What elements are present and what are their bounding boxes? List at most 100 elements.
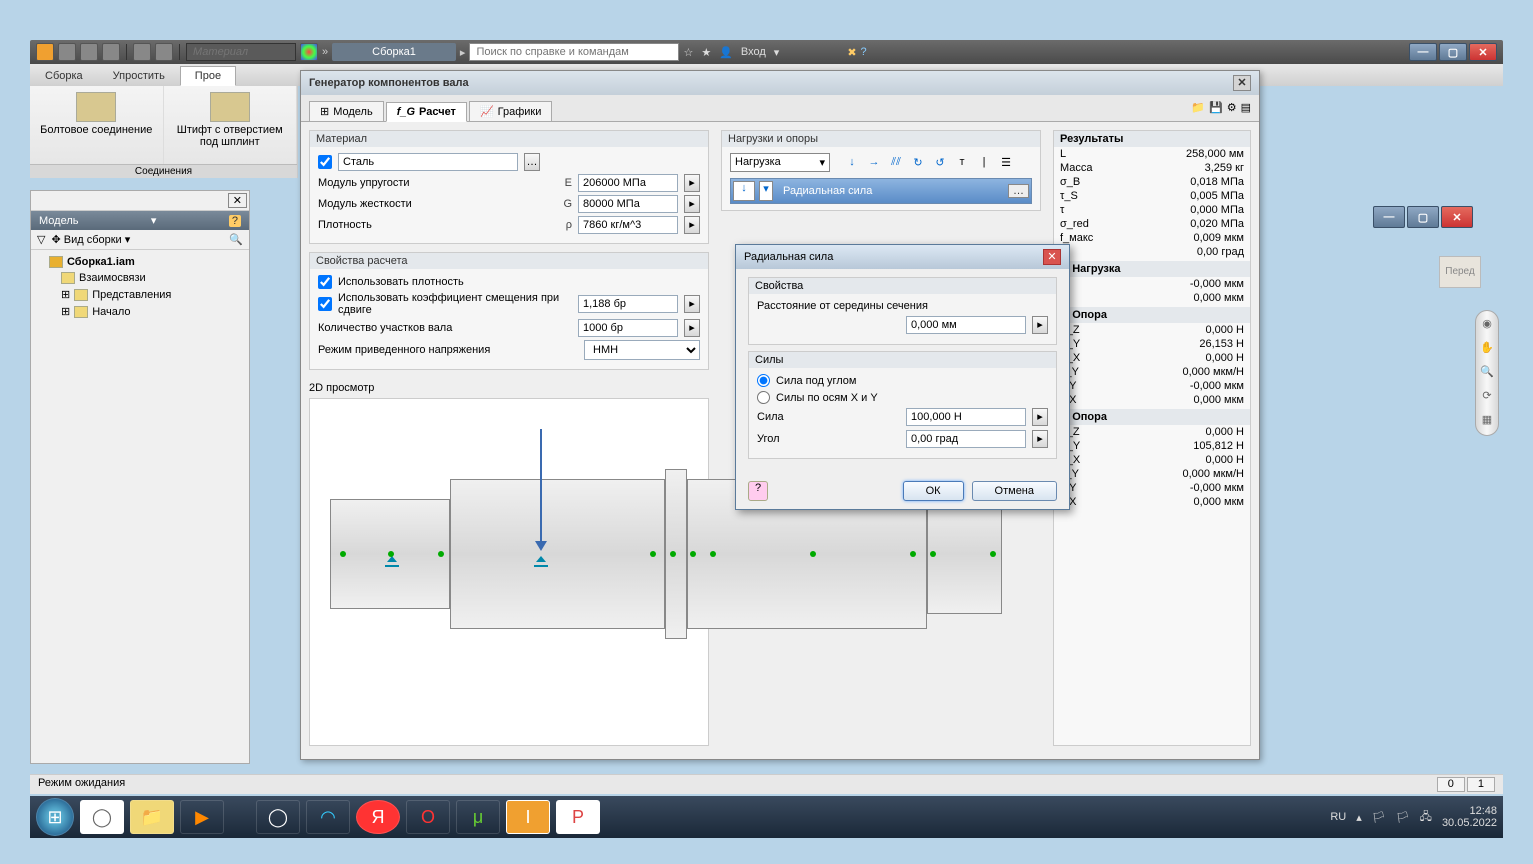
appearance-icon[interactable] [300, 43, 318, 61]
bg-close[interactable]: ✕ [1441, 206, 1473, 228]
navwheel-icon[interactable]: ◉ [1479, 317, 1495, 333]
tray-network-icon[interactable]: 🖧 [1420, 808, 1432, 827]
gen-settings-icon[interactable]: ⚙ [1227, 101, 1237, 118]
sections-input[interactable] [578, 319, 678, 337]
filter-icon[interactable]: ▽ [37, 233, 45, 246]
login-area[interactable]: ☆ ★ 👤 Вход ▾ [683, 46, 779, 59]
tree-root[interactable]: Сборка1.iam [37, 254, 243, 270]
orbit-icon[interactable]: ⟳ [1479, 389, 1495, 405]
gen-close-button[interactable]: ✕ [1233, 75, 1251, 91]
taskbar-edge[interactable]: ◠ [306, 800, 350, 834]
help-icon[interactable]: ? [861, 46, 867, 58]
shaft-2d-preview[interactable] [309, 398, 709, 746]
force-angle-radio[interactable] [757, 374, 770, 387]
chevron-icon[interactable]: ▾ [759, 181, 773, 201]
pan-icon[interactable]: ✋ [1479, 341, 1495, 357]
material-checkbox[interactable] [318, 155, 332, 169]
tray-flag-icon[interactable]: 🏳 [1396, 811, 1410, 824]
ribbon-tab-assembly[interactable]: Сборка [30, 66, 98, 86]
ribbon-tab-design[interactable]: Прое [180, 66, 236, 86]
moment-icon[interactable]: ↻ [910, 155, 926, 171]
g-dd[interactable]: ▸ [684, 195, 700, 213]
shear-dd[interactable]: ▸ [684, 295, 700, 313]
ribbon-tab-simplify[interactable]: Упростить [98, 66, 180, 86]
document-tab[interactable]: Сборка1 [332, 43, 456, 61]
taskbar-inventor[interactable]: I [506, 800, 550, 834]
shear-input[interactable] [578, 295, 678, 313]
panel-close-icon[interactable]: ✕ [228, 193, 247, 208]
sections-dd[interactable]: ▸ [684, 319, 700, 337]
force-input[interactable] [906, 408, 1026, 426]
save-icon[interactable] [102, 43, 120, 61]
tab-graphs[interactable]: 📈Графики [469, 101, 552, 121]
angle-dd[interactable]: ▸ [1032, 430, 1048, 448]
text-icon[interactable]: т [954, 155, 970, 171]
force-xy-radio[interactable] [757, 391, 770, 404]
material-name-input[interactable] [338, 153, 518, 171]
dialog-help-button[interactable]: ? [748, 481, 768, 501]
clock[interactable]: 12:48 30.05.2022 [1442, 805, 1497, 829]
axial-force-icon[interactable]: → [866, 155, 882, 171]
assembly-view-dropdown[interactable]: ✥ Вид сборки ▾ [51, 233, 130, 246]
use-density-checkbox[interactable] [318, 275, 332, 289]
dialog-close-button[interactable]: ✕ [1043, 249, 1061, 265]
g-input[interactable] [578, 195, 678, 213]
view-cube[interactable]: Перед [1439, 256, 1481, 288]
load-list-item[interactable]: ↓ ▾ Радиальная сила … [730, 178, 1032, 204]
zoom-icon[interactable]: 🔍 [1479, 365, 1495, 381]
load-type-select[interactable]: Нагрузка▾ [730, 153, 830, 172]
gen-open-icon[interactable]: 📁 [1191, 101, 1205, 118]
taskbar-app[interactable]: ◯ [80, 800, 124, 834]
angle-input[interactable] [906, 430, 1026, 448]
open-icon[interactable] [80, 43, 98, 61]
material-selector[interactable] [186, 43, 296, 61]
minimize-button[interactable]: — [1409, 43, 1437, 61]
tree-node[interactable]: Взаимосвязи [37, 270, 243, 286]
tree-node[interactable]: ⊞ Представления [37, 286, 243, 303]
e-dd[interactable]: ▸ [684, 174, 700, 192]
help-search[interactable] [469, 43, 679, 61]
taskbar-media[interactable]: ▶ [180, 800, 224, 834]
find-icon[interactable]: 🔍 [229, 233, 243, 246]
force-dd[interactable]: ▸ [1032, 408, 1048, 426]
use-shear-checkbox[interactable] [318, 297, 332, 311]
help-icon[interactable]: ✖ [847, 46, 856, 59]
taskbar-chrome[interactable]: ◯ [256, 800, 300, 834]
star-icon[interactable]: ★ [701, 46, 711, 59]
tray-up-icon[interactable]: ▴ [1356, 811, 1362, 824]
tab-calc[interactable]: f_GРасчет [386, 102, 467, 122]
undo-icon[interactable] [133, 43, 151, 61]
maximize-button[interactable]: ▢ [1439, 43, 1467, 61]
redo-icon[interactable] [155, 43, 173, 61]
bg-minimize[interactable]: — [1373, 206, 1405, 228]
tab-model[interactable]: ⊞Модель [309, 101, 384, 121]
list-icon[interactable]: ☰ [998, 155, 1014, 171]
ok-button[interactable]: ОК [903, 481, 964, 501]
e-input[interactable] [578, 174, 678, 192]
panel-help-icon[interactable]: ? [229, 215, 241, 227]
cancel-button[interactable]: Отмена [972, 481, 1057, 501]
taskbar-opera[interactable]: O [406, 800, 450, 834]
bg-maximize[interactable]: ▢ [1407, 206, 1439, 228]
taskbar-explorer[interactable]: 📁 [130, 800, 174, 834]
mode-select[interactable]: НМН [584, 340, 700, 360]
language-indicator[interactable]: RU [1330, 811, 1346, 823]
tree-node[interactable]: ⊞ Начало [37, 303, 243, 320]
tray-flag-icon[interactable]: 🏳 [1372, 811, 1386, 824]
torque-icon[interactable]: ↺ [932, 155, 948, 171]
start-button[interactable]: ⊞ [36, 798, 74, 836]
distance-dd[interactable]: ▸ [1032, 316, 1048, 334]
close-button[interactable]: ✕ [1469, 43, 1497, 61]
new-icon[interactable] [58, 43, 76, 61]
star-icon[interactable]: ☆ [683, 46, 693, 59]
lookat-icon[interactable]: ▦ [1479, 413, 1495, 429]
rho-dd[interactable]: ▸ [684, 216, 700, 234]
rho-input[interactable] [578, 216, 678, 234]
load-edit-button[interactable]: … [1008, 184, 1029, 198]
distance-input[interactable] [906, 316, 1026, 334]
radial-force-icon[interactable]: ↓ [844, 155, 860, 171]
gen-list-icon[interactable]: ▤ [1241, 101, 1251, 118]
gen-save-icon[interactable]: 💾 [1209, 101, 1223, 118]
material-browse-button[interactable]: … [524, 153, 540, 171]
distributed-load-icon[interactable]: ⫽⫽ [888, 155, 904, 171]
